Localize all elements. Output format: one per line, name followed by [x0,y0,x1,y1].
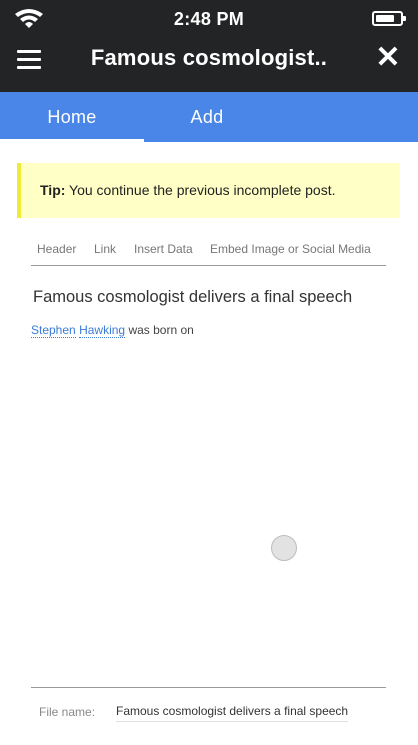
active-tab-indicator [0,139,144,142]
file-name-label: File name: [39,705,96,719]
tab-bar: Home Add [0,92,418,142]
status-bar: 2:48 PM [0,0,418,36]
tip-text: You continue the previous incomplete pos… [65,182,336,198]
post-body-text: was born on [128,323,194,337]
post-body[interactable]: Stephen Hawking was born on [31,323,194,338]
entity-link[interactable]: Hawking [79,323,126,338]
toolbar-insert-data-button[interactable]: Insert Data [134,242,193,256]
editor-toolbar: Header Link Insert Data Embed Image or S… [31,236,386,266]
file-name-row: File name: Famous cosmologist delivers a… [31,687,386,727]
touch-cursor-indicator [271,535,297,561]
post-headline[interactable]: Famous cosmologist delivers a final spee… [33,288,352,307]
battery-icon [372,11,406,26]
page-title: Famous cosmologist.. [90,45,328,70]
tab-add[interactable]: Add [134,92,280,142]
tip-banner: Tip: You continue the previous incomplet… [17,163,400,218]
tip-label: Tip: [40,182,66,198]
toolbar-link-button[interactable]: Link [94,242,116,256]
status-time: 2:48 PM [173,9,245,29]
toolbar-header-button[interactable]: Header [37,242,76,256]
file-name-field[interactable]: Famous cosmologist delivers a final spee… [116,704,349,722]
toolbar-embed-media-button[interactable]: Embed Image or Social Media [210,242,371,256]
close-icon[interactable]: ✕ [374,43,402,73]
entity-link[interactable]: Stephen [31,323,76,338]
hamburger-menu-icon[interactable] [17,50,41,70]
app-bar: Famous cosmologist.. ✕ [0,36,418,92]
tab-home[interactable]: Home [0,92,144,142]
